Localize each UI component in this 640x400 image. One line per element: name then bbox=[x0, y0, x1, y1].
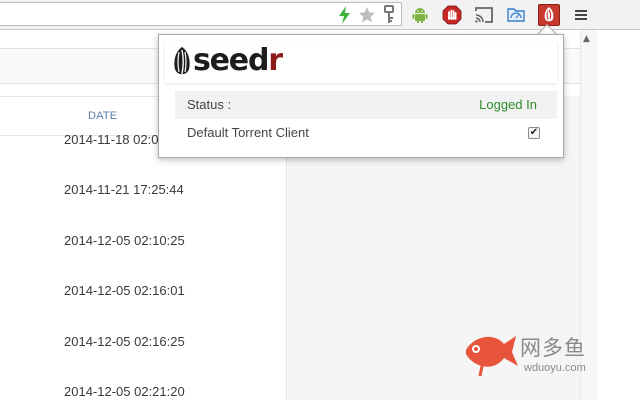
status-row: Status : Logged In bbox=[175, 91, 557, 119]
status-label: Status : bbox=[187, 97, 232, 112]
seedr-extension-icon[interactable] bbox=[538, 4, 560, 26]
seed-logo-icon bbox=[171, 46, 193, 83]
table-row-date: 2014-11-21 17:25:44 bbox=[64, 182, 184, 197]
watermark-url: wduoyu.com bbox=[524, 362, 586, 374]
watermark: 网多鱼 wduoyu.com bbox=[460, 330, 600, 380]
logo-text-accent: r bbox=[268, 43, 283, 78]
bolt-icon[interactable] bbox=[334, 4, 356, 26]
logo-text-main: seed bbox=[193, 43, 269, 78]
star-icon[interactable] bbox=[356, 4, 378, 26]
scroll-up-arrow-icon[interactable]: ▲ bbox=[583, 34, 590, 44]
date-column-header[interactable]: DATE bbox=[88, 110, 117, 122]
cast-icon[interactable] bbox=[473, 4, 495, 26]
table-row-date: 2014-12-05 02:21:20 bbox=[64, 384, 185, 399]
fish-logo-icon bbox=[466, 336, 518, 377]
popup-header: seedr bbox=[165, 41, 557, 83]
default-client-label: Default Torrent Client bbox=[187, 125, 309, 140]
menu-icon[interactable] bbox=[570, 4, 592, 26]
default-client-checkbox[interactable]: ✔ bbox=[528, 127, 540, 139]
watermark-title: 网多鱼 bbox=[520, 336, 586, 360]
android-icon[interactable] bbox=[409, 4, 431, 26]
status-value: Logged In bbox=[479, 97, 537, 112]
table-row-date: 2014-12-05 02:16:25 bbox=[64, 334, 185, 349]
folder-icon[interactable] bbox=[505, 4, 527, 26]
table-row-date: 2014-12-05 02:16:01 bbox=[64, 283, 185, 298]
seedr-logo: seedr bbox=[193, 43, 283, 79]
seedr-popup: seedr Status : Logged In Default Torrent… bbox=[158, 34, 564, 158]
adblock-icon[interactable] bbox=[441, 4, 463, 26]
key-icon[interactable] bbox=[378, 4, 400, 26]
table-row-date: 2014-11-18 02:0 bbox=[64, 132, 159, 147]
table-row-date: 2014-12-05 02:10:25 bbox=[64, 233, 185, 248]
default-client-row: Default Torrent Client ✔ bbox=[175, 119, 557, 147]
